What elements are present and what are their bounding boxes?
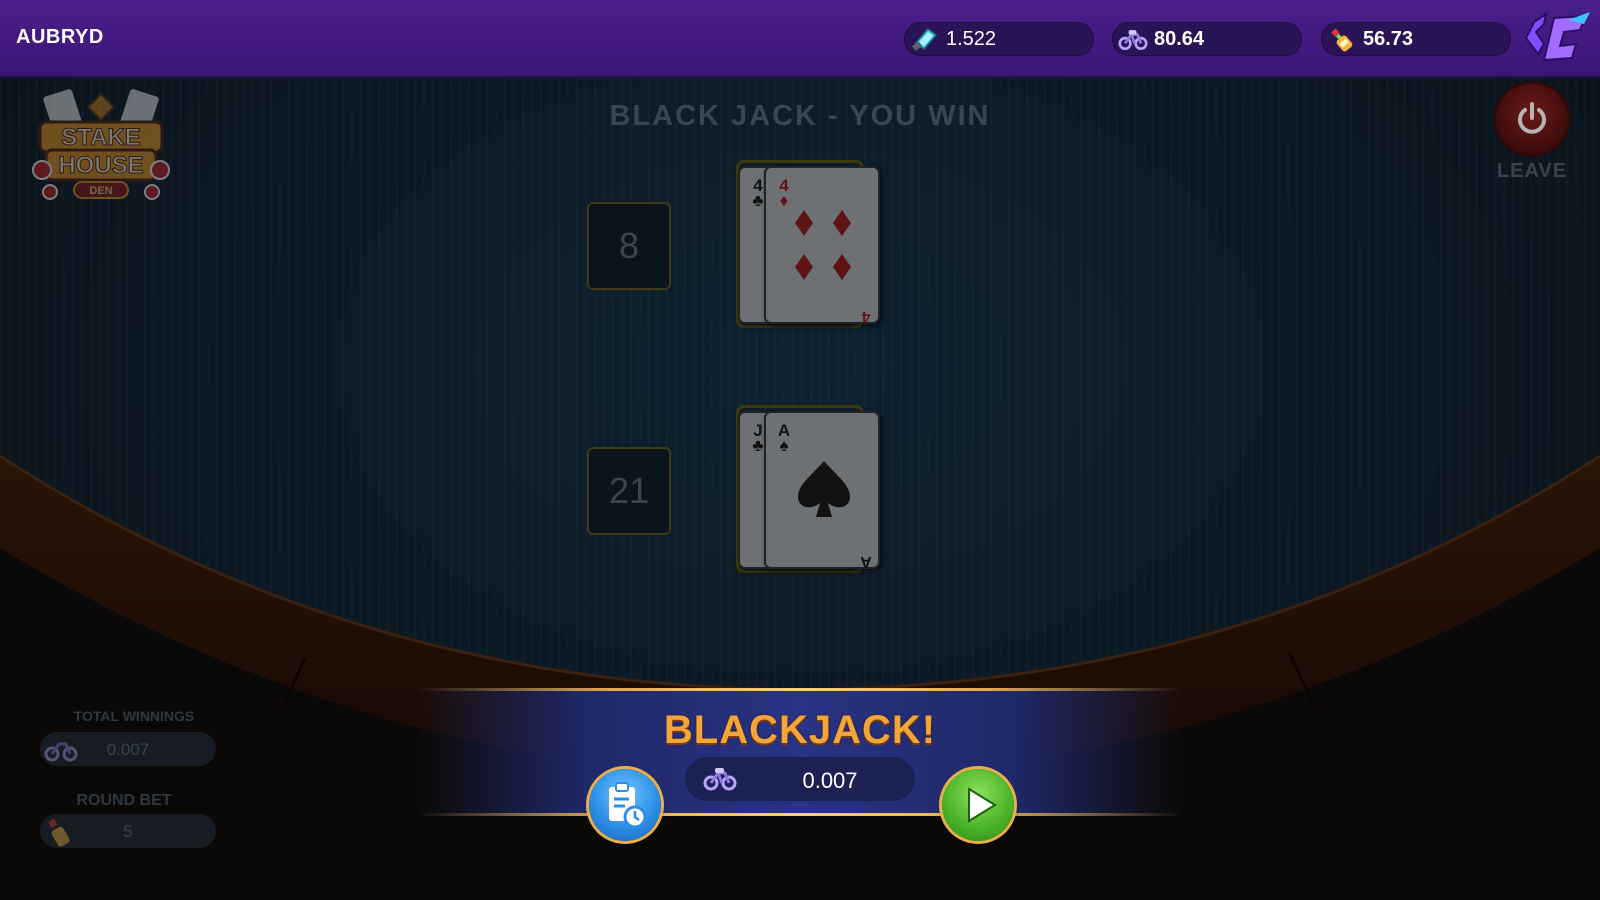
history-button[interactable]: [589, 769, 661, 841]
dealer-hand: 4 ♣ 4 ♦ 4: [734, 160, 884, 330]
leave-label[interactable]: LEAVE: [1472, 160, 1592, 183]
round-bet-display: 5: [40, 814, 216, 848]
player-hand: J ♣ A ♠ A: [734, 405, 884, 575]
card-pips-diamonds: 4: [795, 210, 870, 325]
dealer-score: 8: [587, 202, 671, 290]
gem-currency-icon: [912, 27, 938, 51]
balance-gem-value: 1.522: [946, 28, 997, 50]
round-bet-value: 5: [123, 822, 133, 841]
banner-border-top: [418, 688, 1182, 691]
play-icon: [968, 787, 997, 823]
stake-house-logo: STAKE HOUSE DEN: [32, 89, 170, 200]
balance-bottle[interactable]: 56.73: [1321, 22, 1511, 56]
svg-text:DEN: DEN: [89, 185, 112, 197]
player-card-2: A ♠ A: [764, 411, 880, 570]
win-amount-value: 0.007: [802, 768, 858, 793]
dealer-card-2: 4 ♦ 4: [764, 166, 880, 325]
total-winnings-display: 0.007: [40, 732, 216, 766]
result-title: BLACKJACK!: [663, 708, 937, 752]
round-bet-label: ROUND BET: [76, 792, 172, 809]
leave-button[interactable]: [1496, 84, 1568, 154]
clipboard-clock-icon: [609, 782, 647, 829]
spade-pip-icon: A: [798, 461, 872, 570]
banner-border-bottom: [418, 813, 1182, 816]
power-icon: [1518, 102, 1546, 134]
bike-currency-icon: [1118, 30, 1148, 51]
svg-text:4: 4: [861, 308, 870, 325]
balance-gem[interactable]: 1.522: [904, 22, 1094, 56]
balance-bike[interactable]: 80.64: [1112, 22, 1302, 56]
top-bar: AUBRYD 1.522 80.64 56.73: [0, 0, 1600, 78]
total-winnings-label: TOTAL WINNINGS: [73, 708, 195, 724]
game-status: BLACK JACK - YOU WIN: [609, 100, 991, 132]
bike-currency-icon: [703, 768, 737, 791]
bottle-currency-icon: [1331, 28, 1353, 52]
svg-text:HOUSE: HOUSE: [58, 152, 143, 179]
play-again-button[interactable]: [942, 769, 1014, 841]
win-amount-display: 0.007: [685, 757, 915, 801]
balance-bottle-value: 56.73: [1363, 28, 1414, 50]
app-logo-icon[interactable]: [1524, 10, 1592, 68]
player-score: 21: [587, 447, 671, 535]
total-winnings-value: 0.007: [106, 740, 150, 759]
svg-text:STAKE: STAKE: [61, 124, 141, 151]
balance-bike-value: 80.64: [1154, 28, 1205, 50]
result-banner: BLACKJACK! 0.007: [418, 688, 1182, 816]
svg-text:A: A: [860, 553, 872, 570]
username: AUBRYD: [16, 26, 104, 48]
